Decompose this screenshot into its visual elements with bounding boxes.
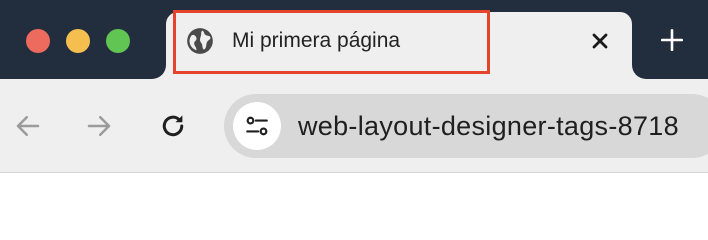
reload-icon[interactable] xyxy=(158,111,188,141)
tab-highlight-box xyxy=(173,10,490,74)
address-bar[interactable]: web-layout-designer-tags-8718 xyxy=(224,94,708,158)
arrow-left-icon[interactable] xyxy=(13,111,43,141)
window-maximize-button[interactable] xyxy=(106,29,130,53)
plus-icon[interactable] xyxy=(659,27,685,53)
tune-icon xyxy=(246,116,268,136)
page-content xyxy=(0,173,708,234)
tab-curve-left xyxy=(152,65,166,79)
browser-toolbar: web-layout-designer-tags-8718 xyxy=(0,79,708,173)
window-minimize-button[interactable] xyxy=(66,29,90,53)
site-settings-button[interactable] xyxy=(233,102,281,150)
window-close-button[interactable] xyxy=(26,29,50,53)
url-text: web-layout-designer-tags-8718 xyxy=(298,111,679,141)
tab-curve-right xyxy=(632,65,646,79)
arrow-right-icon[interactable] xyxy=(84,111,114,141)
close-icon[interactable] xyxy=(588,29,612,53)
